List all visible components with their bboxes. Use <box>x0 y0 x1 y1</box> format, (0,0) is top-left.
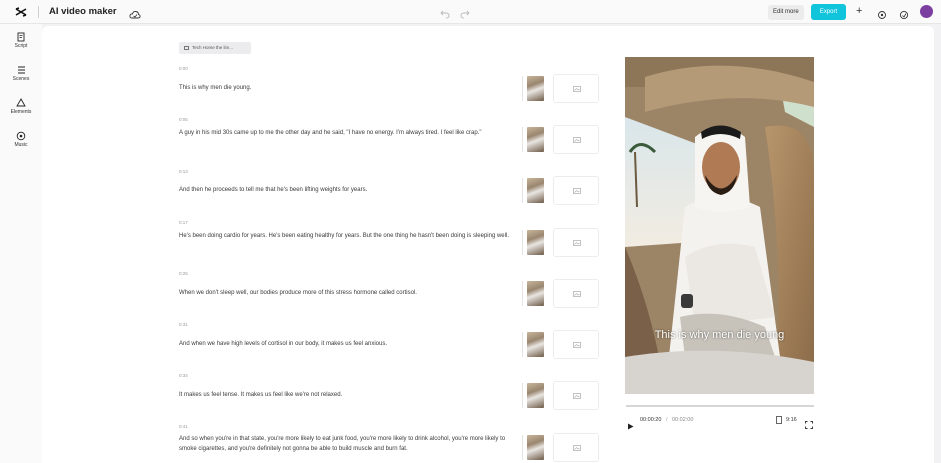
user-avatar[interactable] <box>920 5 933 18</box>
image-placeholder-icon <box>573 137 581 143</box>
scene-row[interactable]: 0:25 When we don't sleep well, our bodie… <box>179 271 609 321</box>
scene-row[interactable]: 0:34 It makes us feel tense. It makes us… <box>179 373 609 423</box>
scene-divider <box>522 435 523 460</box>
scene-row[interactable]: 0:00 This is why men die young. <box>179 66 609 116</box>
media-slot[interactable] <box>553 330 599 359</box>
scene-text[interactable]: When we don't sleep well, our bodies pro… <box>179 289 509 299</box>
playback-progress-bar[interactable] <box>626 405 814 407</box>
undo-icon[interactable] <box>440 6 450 19</box>
image-placeholder-icon <box>573 240 581 246</box>
scene-thumbnail[interactable] <box>527 435 544 460</box>
image-placeholder-icon <box>573 291 581 297</box>
aspect-ratio-icon[interactable] <box>776 416 782 424</box>
scene-thumbnail[interactable] <box>527 230 544 255</box>
scene-text[interactable]: It makes us feel tense. It makes us feel… <box>179 391 509 401</box>
scene-divider <box>522 281 523 306</box>
total-time: 00:02:00 <box>672 417 694 423</box>
app-title: AI video maker <box>49 6 117 17</box>
scene-time: 0:31 <box>179 322 188 327</box>
image-placeholder-icon <box>573 86 581 92</box>
capcut-logo-icon[interactable] <box>14 6 28 18</box>
scene-time: 0:25 <box>179 271 188 276</box>
redo-icon[interactable] <box>460 6 470 19</box>
export-button[interactable]: Export <box>811 4 846 20</box>
scene-divider <box>522 127 523 152</box>
scene-text[interactable]: And then he proceeds to tell me that he'… <box>179 186 509 196</box>
video-caption: This is why men die young <box>654 329 785 341</box>
scene-text[interactable]: This is why men die young. <box>179 84 509 94</box>
media-slot[interactable] <box>553 433 599 462</box>
scene-time: 0:00 <box>179 66 188 71</box>
scene-text[interactable]: A guy in his mid 30s came up to me the o… <box>179 129 509 139</box>
aspect-ratio-label[interactable]: 9:16 <box>786 417 797 423</box>
play-icon[interactable] <box>627 417 634 430</box>
scene-row[interactable]: 0:31 And when we have high levels of cor… <box>179 322 609 372</box>
scene-thumbnail[interactable] <box>527 332 544 357</box>
app-window: AI video maker Edit more Export + Script… <box>0 0 941 463</box>
scene-row[interactable]: 0:05 A guy in his mid 30s came up to me … <box>179 117 609 167</box>
scene-text[interactable]: He's been doing cardio for years. He's b… <box>179 232 509 242</box>
scene-thumbnail[interactable] <box>527 76 544 101</box>
top-bar: AI video maker Edit more Export + <box>0 0 941 24</box>
image-placeholder-icon <box>573 342 581 348</box>
scene-row[interactable]: 0:41 And so when you're in that state, y… <box>179 424 609 463</box>
feedback-icon[interactable] <box>899 7 909 20</box>
chip-icon <box>184 45 189 50</box>
time-separator: / <box>666 417 668 423</box>
video-preview[interactable]: This is why men die young <box>625 57 814 394</box>
scene-time: 0:34 <box>179 373 188 378</box>
image-placeholder-icon <box>573 188 581 194</box>
current-time: 00:00:20 <box>640 417 662 423</box>
scene-row[interactable]: 0:13 And then he proceeds to tell me tha… <box>179 169 609 219</box>
chip-label: Tech Home the lim... <box>192 45 234 50</box>
scene-divider <box>522 332 523 357</box>
image-placeholder-icon <box>573 393 581 399</box>
scene-time: 0:41 <box>179 424 188 429</box>
scene-time: 0:05 <box>179 117 188 122</box>
media-slot[interactable] <box>553 125 599 154</box>
sidebar-item-script[interactable]: Script <box>0 32 42 49</box>
scene-divider <box>522 383 523 408</box>
scene-divider <box>522 230 523 255</box>
scene-thumbnail[interactable] <box>527 127 544 152</box>
media-slot[interactable] <box>553 176 599 205</box>
scene-thumbnail[interactable] <box>527 281 544 306</box>
media-slot[interactable] <box>553 381 599 410</box>
script-icon <box>17 32 24 42</box>
edit-more-button[interactable]: Edit more <box>768 5 804 20</box>
scene-divider <box>522 178 523 203</box>
media-slot[interactable] <box>553 228 599 257</box>
sidebar-label-scenes: Scenes <box>12 76 30 82</box>
scene-thumbnail[interactable] <box>527 178 544 203</box>
sidebar-item-scenes[interactable]: Scenes <box>0 65 42 82</box>
divider <box>38 5 39 18</box>
scene-time: 0:13 <box>179 169 188 174</box>
music-icon <box>16 131 26 141</box>
sidebar-label-script: Script <box>14 43 28 49</box>
video-frame-image <box>625 57 814 394</box>
media-slot[interactable] <box>553 74 599 103</box>
scene-row[interactable]: 0:17 He's been doing cardio for years. H… <box>179 220 609 270</box>
media-slot[interactable] <box>553 279 599 308</box>
elements-icon <box>16 98 26 107</box>
sidebar-label-music: Music <box>14 142 28 148</box>
add-button[interactable]: + <box>856 6 862 17</box>
fullscreen-icon[interactable] <box>805 416 813 429</box>
scenes-icon <box>17 66 25 74</box>
sidebar-item-elements[interactable]: Elements <box>0 98 42 115</box>
scene-text[interactable]: And when we have high levels of cortisol… <box>179 340 509 350</box>
left-sidebar: Script Scenes Elements Music <box>0 24 42 463</box>
scene-time: 0:17 <box>179 220 188 225</box>
cloud-sync-icon[interactable] <box>129 7 141 18</box>
scene-divider <box>522 76 523 101</box>
settings-icon[interactable] <box>877 7 887 19</box>
sidebar-label-elements: Elements <box>10 109 32 115</box>
sidebar-item-music[interactable]: Music <box>0 131 42 148</box>
image-placeholder-icon <box>573 445 581 451</box>
scene-thumbnail[interactable] <box>527 383 544 408</box>
script-chip[interactable]: Tech Home the lim... <box>179 42 251 54</box>
scene-text[interactable]: And so when you're in that state, you're… <box>179 435 509 454</box>
